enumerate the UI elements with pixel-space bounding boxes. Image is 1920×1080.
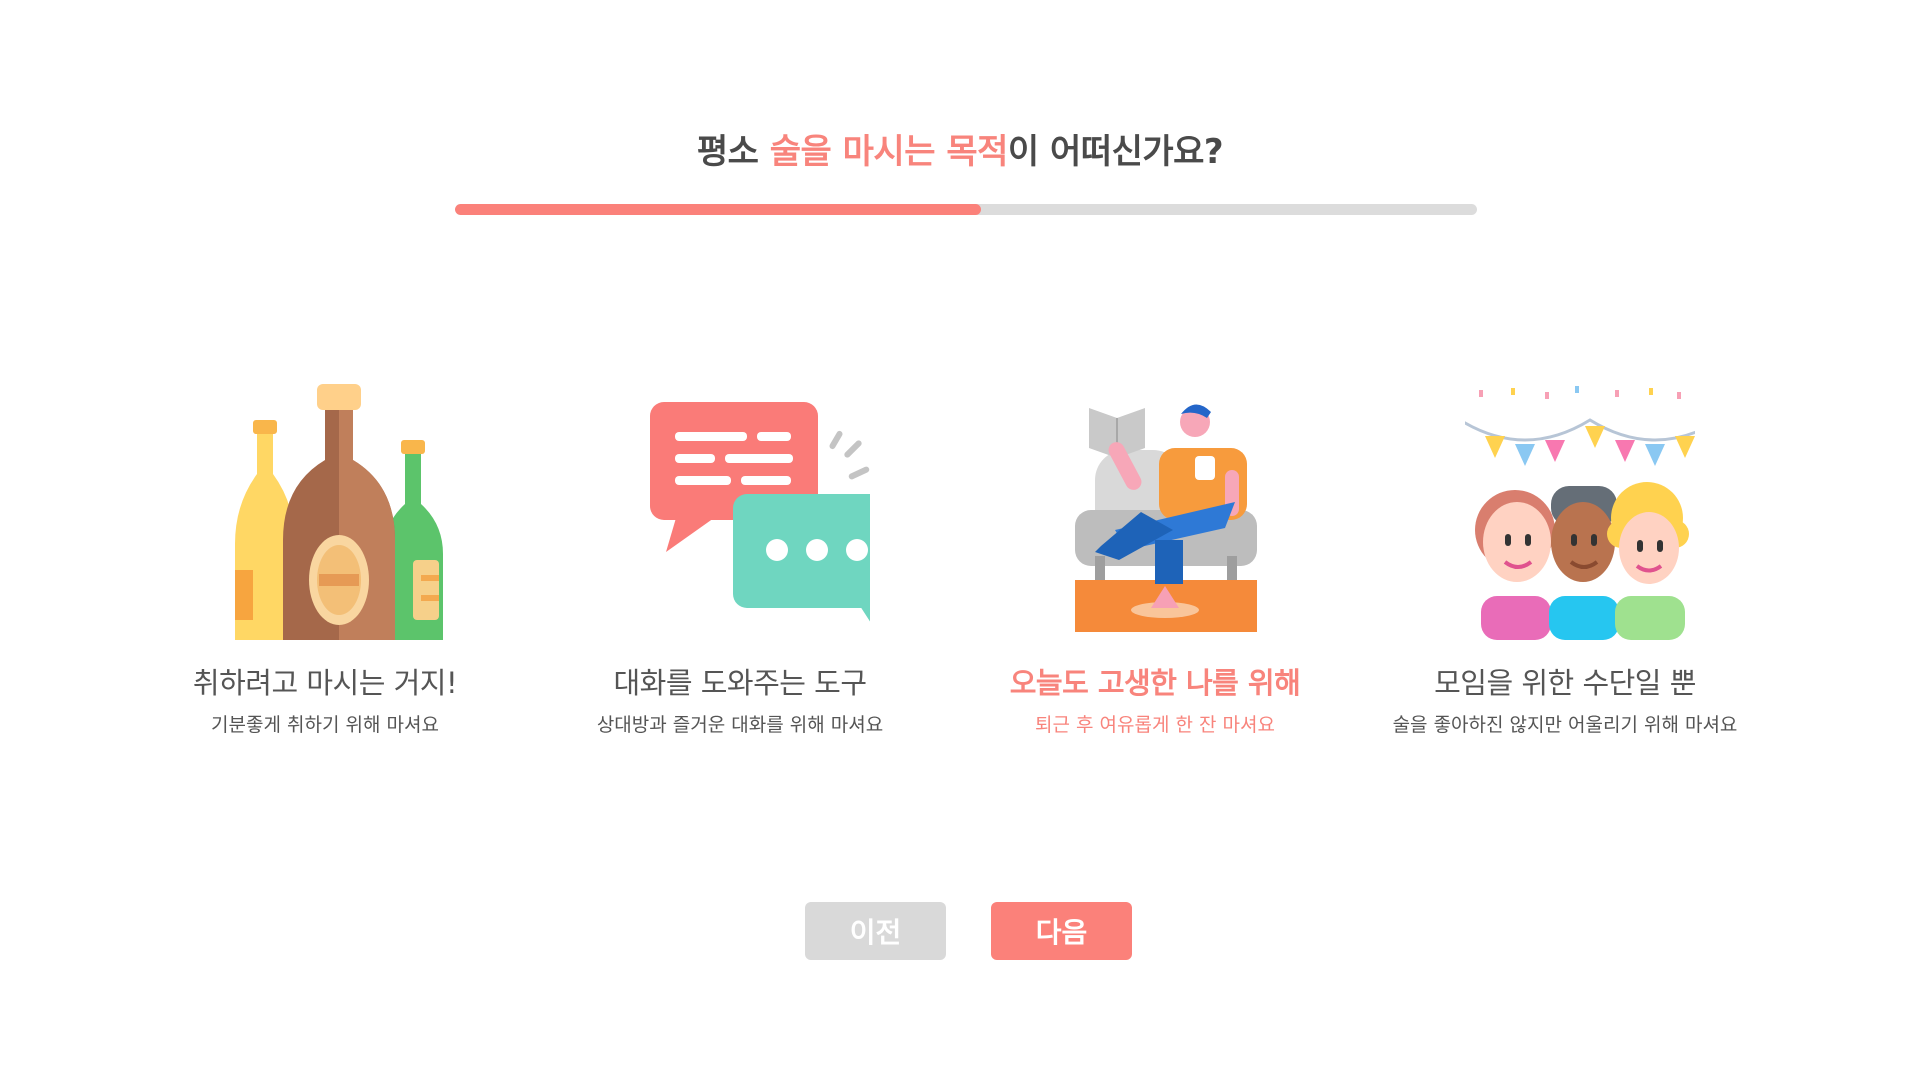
option-card-conversation[interactable]: 대화를 도와주는 도구 상대방과 즐거운 대화를 위해 마셔요 bbox=[540, 380, 940, 750]
next-button[interactable]: 다음 bbox=[991, 902, 1132, 960]
survey-page: 평소 술을 마시는 목적이 어떠신가요? 취하려고 마시는 거지! 기분좋게 취… bbox=[0, 0, 1920, 1080]
option-label: 모임을 위한 수단일 뿐 bbox=[1434, 666, 1696, 700]
question-title: 평소 술을 마시는 목적이 어떠신가요? bbox=[0, 124, 1920, 173]
option-card-drunk[interactable]: 취하려고 마시는 거지! 기분좋게 취하기 위해 마셔요 bbox=[125, 380, 525, 750]
option-label: 취하려고 마시는 거지! bbox=[192, 666, 458, 700]
progress-bar-fill bbox=[455, 204, 982, 215]
question-highlight: 술을 마시는 목적 bbox=[769, 132, 1009, 172]
question-prefix: 평소 bbox=[696, 132, 770, 172]
prev-button[interactable]: 이전 bbox=[805, 902, 946, 960]
option-desc: 퇴근 후 여유롭게 한 잔 마셔요 bbox=[1035, 714, 1275, 736]
option-card-gathering[interactable]: 모임을 위한 수단일 뿐 술을 좋아하진 않지만 어울리기 위해 마셔요 bbox=[1365, 380, 1765, 750]
relaxing-person-icon bbox=[1075, 404, 1257, 632]
chat-bubbles-icon bbox=[650, 402, 870, 622]
question-suffix: 이 어떠신가요? bbox=[1007, 132, 1224, 172]
option-label: 오늘도 고생한 나를 위해 bbox=[1009, 666, 1301, 700]
option-desc: 술을 좋아하진 않지만 어울리기 위해 마셔요 bbox=[1392, 714, 1738, 736]
option-label: 대화를 도와주는 도구 bbox=[613, 666, 867, 700]
option-list: 취하려고 마시는 거지! 기분좋게 취하기 위해 마셔요 대화를 도와주는 도구… bbox=[0, 380, 1920, 760]
progress-bar bbox=[455, 204, 1477, 215]
option-desc: 상대방과 즐거운 대화를 위해 마셔요 bbox=[596, 714, 884, 736]
party-people-icon bbox=[1465, 386, 1695, 640]
option-card-self-reward[interactable]: 오늘도 고생한 나를 위해 퇴근 후 여유롭게 한 잔 마셔요 bbox=[955, 380, 1355, 750]
bottles-icon bbox=[235, 384, 443, 640]
option-desc: 기분좋게 취하기 위해 마셔요 bbox=[211, 714, 439, 736]
